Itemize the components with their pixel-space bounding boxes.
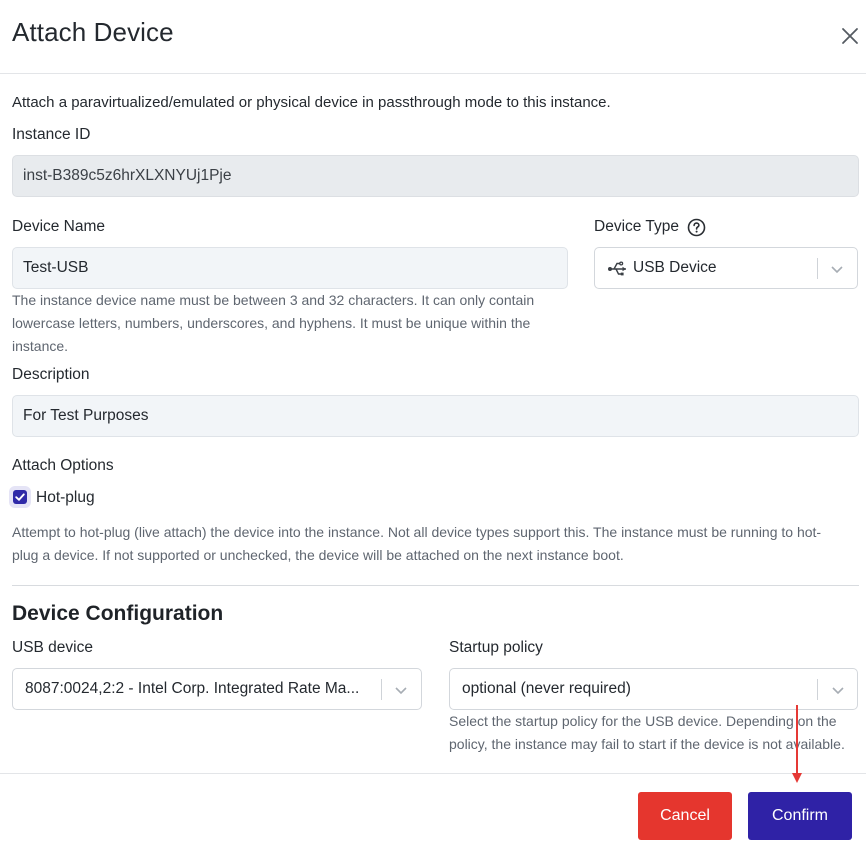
device-name-label: Device Name [12, 218, 106, 235]
description-label: Description [12, 366, 90, 383]
close-icon [842, 28, 858, 44]
question-circle-icon [687, 218, 706, 237]
device-configuration-title: Device Configuration [12, 602, 224, 625]
hotplug-help: Attempt to hot-plug (live attach) the de… [12, 521, 821, 567]
checkmark-icon [15, 493, 25, 501]
usb-device-value: 8087:0024,2:2 - Intel Corp. Integrated R… [25, 680, 360, 697]
attach-device-dialog: Attach Device Attach a paravirtualized/e… [0, 0, 866, 852]
device-type-value: USB Device [633, 259, 717, 276]
description-input[interactable]: For Test Purposes [12, 395, 859, 437]
instance-id-field[interactable]: inst-B389c5z6hrXLXNYUj1Pje [12, 155, 859, 197]
device-name-help-line: lowercase letters, numbers, underscores,… [12, 315, 531, 331]
startup-policy-select[interactable]: optional (never required) [449, 668, 858, 710]
usb-icon [608, 261, 626, 276]
close-button[interactable] [836, 22, 864, 50]
device-name-help-line: instance. [12, 338, 69, 354]
checkbox-box [13, 490, 27, 504]
chevron-down-icon [831, 266, 843, 274]
select-separator [381, 679, 382, 700]
device-type-help-button[interactable] [687, 218, 706, 237]
dialog-title: Attach Device [12, 17, 174, 47]
startup-policy-help-line: Select the startup policy for the USB de… [449, 713, 837, 729]
hotplug-help-line: plug a device. If not supported or unche… [12, 547, 624, 563]
hotplug-help-line: Attempt to hot-plug (live attach) the de… [12, 524, 822, 540]
confirm-button[interactable]: Confirm [748, 792, 852, 840]
intro-text: Attach a paravirtualized/emulated or phy… [12, 94, 611, 111]
startup-policy-help: Select the startup policy for the USB de… [449, 710, 845, 756]
device-type-select[interactable]: USB Device [594, 247, 858, 289]
chevron-down-icon [832, 687, 844, 695]
device-type-label: Device Type [594, 218, 680, 235]
attach-options-label: Attach Options [12, 457, 114, 474]
dialog-header: Attach Device [0, 0, 866, 74]
instance-id-label: Instance ID [12, 126, 91, 143]
usb-device-label: USB device [12, 639, 93, 656]
select-separator [817, 258, 818, 279]
startup-policy-help-line: policy, the instance may fail to start i… [449, 736, 845, 752]
usb-device-select[interactable]: 8087:0024,2:2 - Intel Corp. Integrated R… [12, 668, 422, 710]
device-name-input[interactable]: Test-USB [12, 247, 568, 289]
cancel-button[interactable]: Cancel [638, 792, 732, 840]
select-separator [817, 679, 818, 700]
startup-policy-value: optional (never required) [462, 680, 631, 697]
section-divider [12, 585, 859, 586]
chevron-down-icon [395, 687, 407, 695]
dialog-footer [0, 773, 866, 852]
hotplug-checkbox[interactable] [9, 486, 31, 508]
hotplug-label[interactable]: Hot-plug [36, 489, 95, 507]
device-name-help: The instance device name must be between… [12, 289, 534, 358]
startup-policy-label: Startup policy [449, 639, 543, 656]
device-name-help-line: The instance device name must be between… [12, 292, 535, 308]
